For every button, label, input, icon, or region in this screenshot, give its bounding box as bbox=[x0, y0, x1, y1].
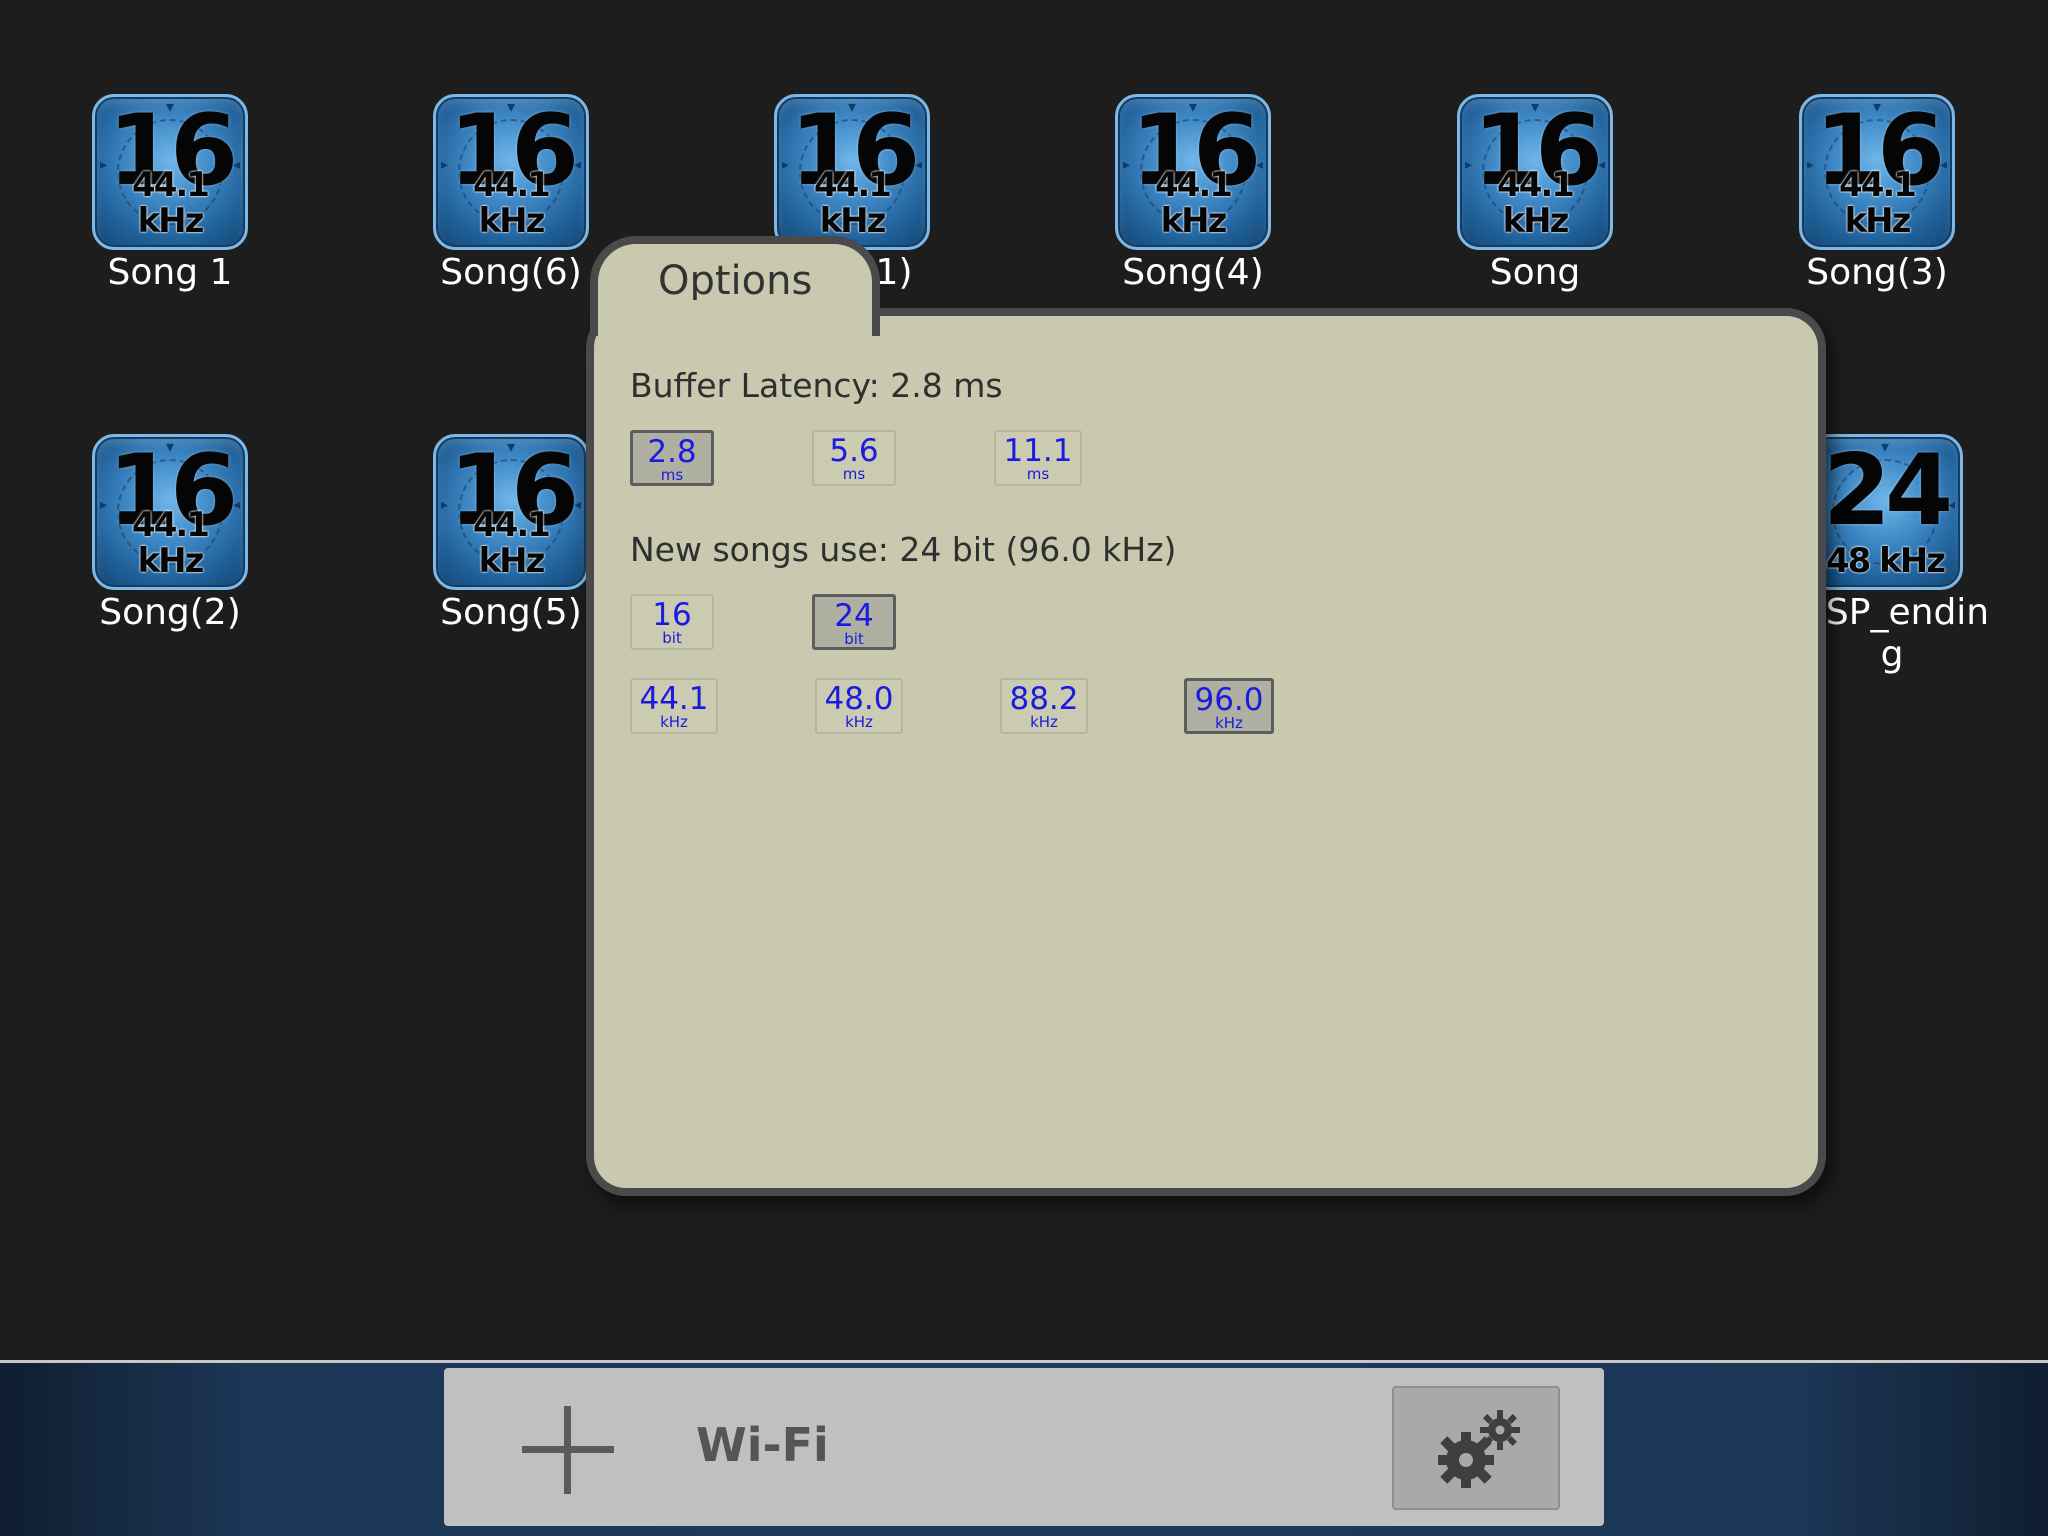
plus-icon[interactable] bbox=[522, 1406, 614, 1494]
new-songs-format-label: New songs use: 24 bit (96.0 kHz) bbox=[630, 530, 1177, 569]
song-format-icon[interactable]: ▾ ▸ ◂ 16 44.1 kHz bbox=[1457, 94, 1613, 250]
song-name: Song(2) bbox=[99, 592, 241, 633]
options-panel: Buffer Latency: 2.8 ms 2.8 ms 5.6 ms 11.… bbox=[586, 308, 1826, 1196]
sample-rate-option-unit: kHz bbox=[1030, 713, 1058, 731]
latency-option-unit: ms bbox=[660, 466, 684, 484]
bit-depth-option-value: 24 bbox=[834, 598, 874, 634]
song-sample-rate: 44.1 kHz bbox=[473, 165, 551, 241]
song-item[interactable]: ▾ ▸ ◂ 16 44.1 kHz Song bbox=[1425, 94, 1645, 294]
song-format-icon[interactable]: ▾ ▸ ◂ 16 44.1 kHz bbox=[1115, 94, 1271, 250]
sample-rate-option-96.0[interactable]: 96.0 kHz bbox=[1184, 678, 1274, 734]
song-format-icon[interactable]: ▾ ▸ ◂ 16 44.1 kHz bbox=[433, 434, 589, 590]
song-item[interactable]: ▾ ▸ ◂ 16 44.1 kHz Song(4) bbox=[1083, 94, 1303, 294]
sample-rate-option-value: 44.1 bbox=[639, 681, 709, 717]
sample-rate-option-44.1[interactable]: 44.1 kHz bbox=[630, 678, 718, 734]
buffer-latency-label: Buffer Latency: 2.8 ms bbox=[630, 366, 1003, 405]
song-item[interactable]: ▾ ▸ ◂ 16 44.1 kHz Song 1 bbox=[60, 94, 280, 294]
latency-option-unit: ms bbox=[1026, 465, 1050, 483]
song-sample-rate: 44.1 kHz bbox=[1155, 165, 1233, 241]
song-sample-rate: 44.1 kHz bbox=[1497, 165, 1575, 241]
song-name: Song 1 bbox=[107, 252, 233, 293]
song-item[interactable]: ▾ ▸ ◂ 16 44.1 kHz Song(2) bbox=[60, 434, 280, 634]
sample-rate-option-unit: kHz bbox=[845, 713, 873, 731]
sample-rate-option-88.2[interactable]: 88.2 kHz bbox=[1000, 678, 1088, 734]
latency-option-5.6[interactable]: 5.6 ms bbox=[812, 430, 896, 486]
latency-option-unit: ms bbox=[842, 465, 866, 483]
latency-option-11.1[interactable]: 11.1 ms bbox=[994, 430, 1082, 486]
bit-depth-option-unit: bit bbox=[662, 629, 682, 647]
song-name: Song(3) bbox=[1806, 252, 1948, 293]
song-sample-rate: 44.1 kHz bbox=[1839, 165, 1917, 241]
song-format-icon[interactable]: ▾ ▸ ◂ 16 44.1 kHz bbox=[1799, 94, 1955, 250]
song-name: Song(6) bbox=[440, 252, 582, 293]
song-format-icon[interactable]: ▾ ▸ ◂ 24 48 kHz bbox=[1807, 434, 1963, 590]
song-item[interactable]: ▾ ▸ ◂ 16 44.1 kHz Song(3) bbox=[1767, 94, 1987, 294]
song-sample-rate: 44.1 kHz bbox=[132, 165, 210, 241]
bit-depth-option-24[interactable]: 24 bit bbox=[812, 594, 896, 650]
latency-option-value: 2.8 bbox=[647, 434, 697, 470]
toolbar: Wi-Fi bbox=[444, 1368, 1604, 1526]
wifi-button[interactable]: Wi-Fi bbox=[696, 1418, 829, 1472]
gears-icon bbox=[1438, 1410, 1520, 1488]
sample-rate-option-value: 88.2 bbox=[1009, 681, 1079, 717]
song-sample-rate: 44.1 kHz bbox=[473, 505, 551, 581]
sample-rate-option-value: 96.0 bbox=[1194, 682, 1264, 718]
song-format-icon[interactable]: ▾ ▸ ◂ 16 44.1 kHz bbox=[92, 94, 248, 250]
song-item[interactable]: ▾ ▸ ◂ 16 44.1 kHz Song(6) bbox=[401, 94, 621, 294]
song-format-icon[interactable]: ▾ ▸ ◂ 16 44.1 kHz bbox=[92, 434, 248, 590]
latency-option-2.8[interactable]: 2.8 ms bbox=[630, 430, 714, 486]
options-title: Options bbox=[658, 258, 813, 304]
sample-rate-option-unit: kHz bbox=[660, 713, 688, 731]
song-sample-rate: 44.1 kHz bbox=[814, 165, 892, 241]
song-sample-rate: 44.1 kHz bbox=[132, 505, 210, 581]
song-format-icon[interactable]: ▾ ▸ ◂ 16 44.1 kHz bbox=[433, 94, 589, 250]
song-bit-depth: 24 bbox=[1822, 434, 1953, 548]
bit-depth-option-unit: bit bbox=[844, 630, 864, 648]
settings-button[interactable] bbox=[1392, 1386, 1560, 1510]
bit-depth-option-16[interactable]: 16 bit bbox=[630, 594, 714, 650]
bit-depth-option-value: 16 bbox=[652, 597, 692, 633]
latency-option-value: 11.1 bbox=[1003, 433, 1073, 469]
latency-option-value: 5.6 bbox=[829, 433, 879, 469]
song-name: Song bbox=[1489, 252, 1581, 293]
sample-rate-option-value: 48.0 bbox=[824, 681, 894, 717]
sample-rate-option-unit: kHz bbox=[1215, 714, 1243, 732]
song-sample-rate: 48 kHz bbox=[1825, 541, 1946, 581]
sample-rate-option-48.0[interactable]: 48.0 kHz bbox=[815, 678, 903, 734]
song-format-icon[interactable]: ▾ ▸ ◂ 16 44.1 kHz bbox=[774, 94, 930, 250]
tab-joint bbox=[598, 300, 856, 330]
song-name: Song(4) bbox=[1122, 252, 1264, 293]
